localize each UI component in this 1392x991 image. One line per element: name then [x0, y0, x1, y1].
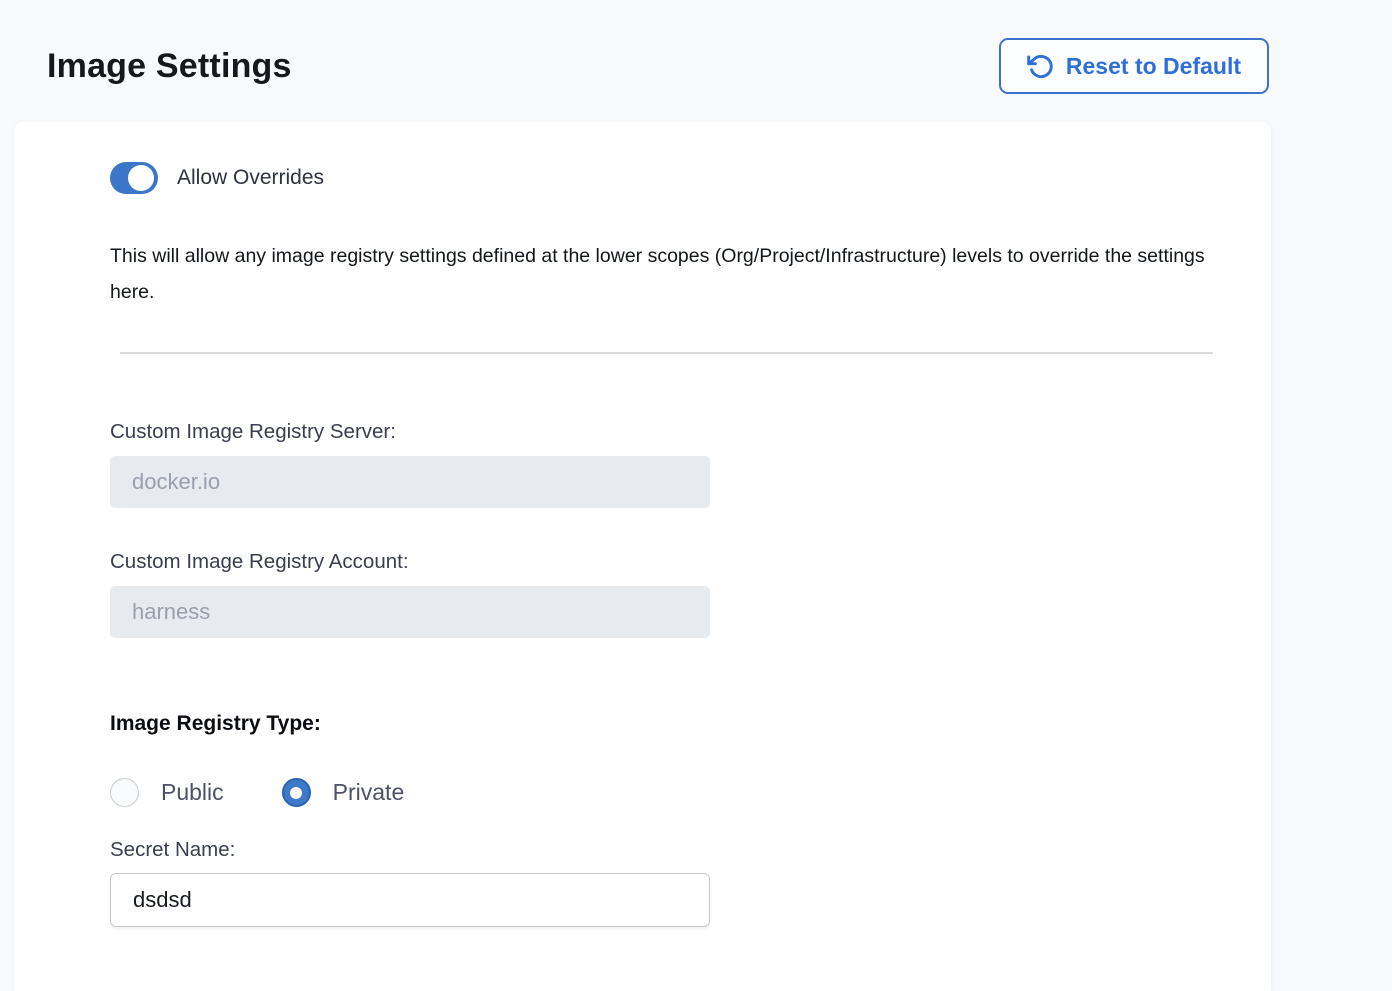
- page-title: Image Settings: [47, 47, 292, 86]
- registry-account-input[interactable]: [110, 586, 710, 638]
- section-divider: [120, 352, 1213, 354]
- allow-overrides-label: Allow Overrides: [177, 166, 324, 190]
- overrides-description: This will allow any image registry setti…: [110, 238, 1213, 310]
- radio-private-label: Private: [333, 779, 405, 806]
- registry-server-label: Custom Image Registry Server:: [110, 420, 1271, 444]
- radio-checked-icon: [282, 778, 311, 807]
- radio-option-private[interactable]: Private: [282, 778, 405, 807]
- registry-server-input[interactable]: [110, 456, 710, 508]
- reset-to-default-button[interactable]: Reset to Default: [999, 38, 1269, 94]
- registry-type-radio-group: Public Private: [110, 778, 1271, 807]
- allow-overrides-row: Allow Overrides: [110, 162, 1271, 194]
- page-header: Image Settings Reset to Default: [0, 0, 1392, 122]
- radio-option-public[interactable]: Public: [110, 778, 224, 807]
- allow-overrides-toggle[interactable]: [110, 162, 158, 194]
- radio-unchecked-icon: [110, 778, 139, 807]
- registry-type-label: Image Registry Type:: [110, 712, 1271, 736]
- secret-name-label: Secret Name:: [110, 838, 1271, 862]
- toggle-knob-icon: [128, 165, 154, 191]
- image-settings-card: Allow Overrides This will allow any imag…: [14, 122, 1271, 991]
- rotate-ccw-icon: [1027, 53, 1054, 80]
- secret-name-input[interactable]: [110, 873, 710, 927]
- radio-public-label: Public: [161, 779, 224, 806]
- reset-button-label: Reset to Default: [1066, 53, 1241, 80]
- registry-account-label: Custom Image Registry Account:: [110, 550, 1271, 574]
